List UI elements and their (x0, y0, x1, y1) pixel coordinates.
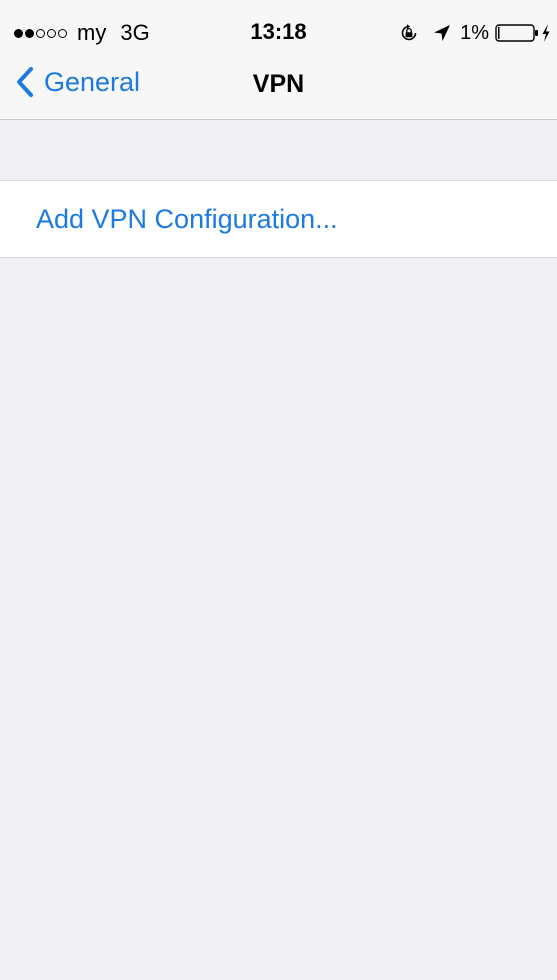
vpn-list-group: Add VPN Configuration... (0, 180, 557, 258)
add-vpn-configuration-button[interactable]: Add VPN Configuration... (0, 181, 557, 257)
status-right: 1% (398, 20, 551, 46)
location-arrow-icon (432, 23, 452, 43)
add-vpn-configuration-label: Add VPN Configuration... (36, 203, 338, 234)
top-bar: my 3G 13:18 1% General VPN (0, 0, 557, 120)
rotation-lock-icon (398, 22, 420, 44)
battery-percent: 1% (460, 21, 489, 44)
navigation-bar: General VPN (0, 56, 557, 120)
battery-icon (495, 23, 539, 43)
page-title: VPN (252, 70, 305, 98)
charging-bolt-icon (541, 23, 551, 43)
status-bar: my 3G 13:18 1% (0, 0, 557, 62)
